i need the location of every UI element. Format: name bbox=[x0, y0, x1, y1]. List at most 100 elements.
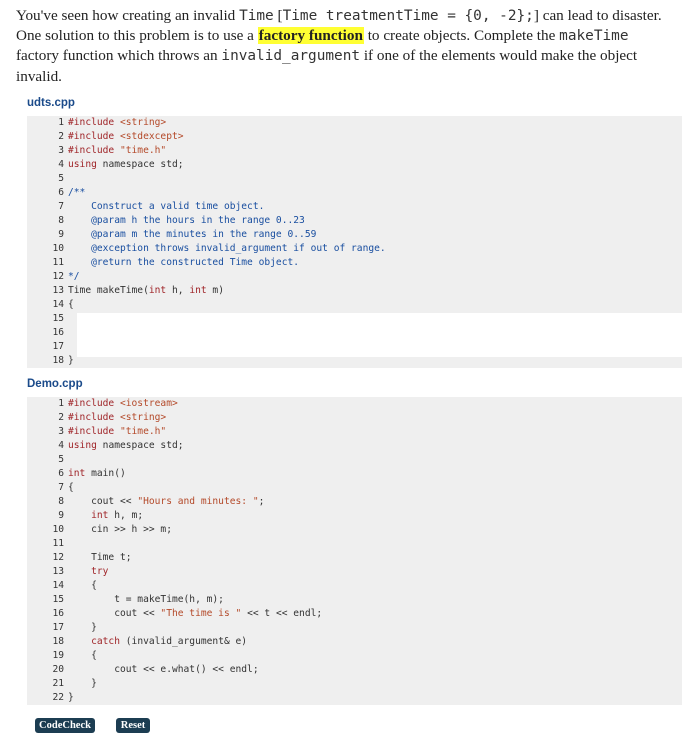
code-text: catch (invalid_argument& e) bbox=[68, 635, 682, 649]
line-number: 16 bbox=[52, 327, 64, 338]
code-text: cout << "The time is " << t << endl; bbox=[68, 607, 682, 621]
code-token: } bbox=[68, 355, 74, 366]
code-text: #include "time.h" bbox=[68, 144, 682, 158]
code-time: Time bbox=[239, 8, 274, 24]
code-line: 15 t = makeTime(h, m); bbox=[27, 593, 682, 607]
line-number: 7 bbox=[58, 201, 64, 212]
code-text: int h, m; bbox=[68, 509, 682, 523]
code-text: } bbox=[68, 677, 682, 691]
line-number: 17 bbox=[52, 341, 64, 352]
line-number: 9 bbox=[58, 229, 64, 240]
code-line: 5 bbox=[27, 453, 682, 467]
code-token: { bbox=[68, 580, 97, 591]
code-text: using namespace std; bbox=[68, 439, 682, 453]
code-token: cout << bbox=[68, 496, 138, 507]
line-number: 18 bbox=[52, 636, 64, 647]
line-number: 9 bbox=[58, 510, 64, 521]
code-token: cin >> h >> m; bbox=[68, 524, 172, 535]
intro-text-2: [ bbox=[273, 7, 283, 24]
code-line: 11 bbox=[27, 537, 682, 551]
line-number: 5 bbox=[58, 454, 64, 465]
code-text: { bbox=[68, 298, 682, 312]
line-number: 21 bbox=[52, 678, 64, 689]
code-line: 22} bbox=[27, 691, 682, 705]
code-invalid-argument: invalid_argument bbox=[221, 48, 361, 65]
code-token: "time.h" bbox=[119, 426, 167, 437]
code-token: Time t; bbox=[68, 552, 132, 563]
line-number: 22 bbox=[52, 692, 64, 703]
code-line: 3 #include "time.h" bbox=[27, 425, 682, 439]
code-line: 4 using namespace std; bbox=[27, 158, 682, 172]
code-line: 7 Construct a valid time object. bbox=[27, 200, 682, 214]
code-text: #include <iostream> bbox=[68, 397, 682, 411]
code-line: 13 Time makeTime(int h, int m) bbox=[27, 284, 682, 298]
code-line: 17 } bbox=[27, 621, 682, 635]
line-number: 13 bbox=[52, 566, 64, 577]
code-token: <string> bbox=[119, 412, 167, 423]
line-number: 7 bbox=[58, 482, 64, 493]
code-line: 18 catch (invalid_argument& e) bbox=[27, 635, 682, 649]
code-line: 8 cout << "Hours and minutes: "; bbox=[27, 495, 682, 509]
code-line: 2 #include <stdexcept> bbox=[27, 130, 682, 144]
code-token: namespace std; bbox=[96, 440, 184, 451]
line-number: 14 bbox=[52, 299, 64, 310]
line-number: 6 bbox=[58, 187, 64, 198]
code-text: { bbox=[68, 579, 682, 593]
code-token: @return the constructed Time object. bbox=[68, 257, 300, 268]
code-text: int main() bbox=[68, 467, 682, 481]
problem-description: You've seen how creating an invalid Time… bbox=[16, 6, 671, 86]
code-token: #include bbox=[68, 412, 120, 423]
intro-text-5: factory function which throws an bbox=[16, 47, 222, 65]
code-line: 8 @param h the hours in the range 0..23 bbox=[27, 214, 682, 228]
line-number: 6 bbox=[58, 468, 64, 479]
line-number: 5 bbox=[58, 173, 64, 184]
code-token: ; bbox=[258, 496, 265, 507]
line-number: 1 bbox=[58, 398, 64, 409]
line-number: 14 bbox=[52, 580, 64, 591]
line-number: 13 bbox=[52, 285, 64, 296]
code-token: m) bbox=[206, 285, 224, 296]
code-token: "The time is " bbox=[160, 608, 242, 619]
code-text: try bbox=[68, 565, 682, 579]
code-text: @return the constructed Time object. bbox=[68, 256, 682, 270]
code-token: Time makeTime( bbox=[68, 285, 149, 296]
code-token: #include bbox=[68, 398, 120, 409]
line-number: 11 bbox=[52, 538, 64, 549]
line-number: 12 bbox=[52, 552, 64, 563]
code-line: 12 */ bbox=[27, 270, 682, 284]
code-token: { bbox=[68, 482, 74, 493]
line-number: 3 bbox=[58, 426, 64, 437]
code-text: Time makeTime(int h, int m) bbox=[68, 284, 682, 298]
line-number: 8 bbox=[58, 215, 64, 226]
file-name-demo: Demo.cpp bbox=[27, 378, 83, 390]
code-token: Construct a valid time object. bbox=[68, 201, 265, 212]
code-block-demo: 1 #include <iostream> 2 #include <string> 3 #… bbox=[27, 397, 682, 705]
code-token: cout << e.what() << endl; bbox=[68, 664, 259, 675]
codecheck-button[interactable]: CodeCheck bbox=[35, 718, 95, 733]
code-text: #include <string> bbox=[68, 116, 682, 130]
code-token: <string> bbox=[119, 117, 167, 128]
code-line: 6 int main() bbox=[27, 467, 682, 481]
code-editor-input[interactable] bbox=[77, 313, 682, 357]
line-number: 17 bbox=[52, 622, 64, 633]
code-token: <stdexcept> bbox=[119, 131, 184, 142]
line-number: 10 bbox=[52, 524, 64, 535]
line-number: 12 bbox=[52, 271, 64, 282]
line-number: 18 bbox=[52, 355, 64, 366]
code-text: { bbox=[68, 649, 682, 663]
code-treatment-time: Time treatmentTime = {0, -2}; bbox=[282, 8, 534, 24]
code-token: #include bbox=[68, 426, 120, 437]
code-text: /** bbox=[68, 186, 682, 200]
code-token: int bbox=[189, 285, 207, 296]
code-token: */ bbox=[68, 271, 80, 282]
code-text: { bbox=[68, 481, 682, 495]
code-token: cout << bbox=[68, 608, 161, 619]
code-line: 12 Time t; bbox=[27, 551, 682, 565]
code-line: 1 #include <string> bbox=[27, 116, 682, 130]
code-text: cout << "Hours and minutes: "; bbox=[68, 495, 682, 509]
reset-button[interactable]: Reset bbox=[116, 718, 150, 733]
code-token: int bbox=[148, 285, 167, 296]
code-token: using bbox=[68, 440, 97, 451]
